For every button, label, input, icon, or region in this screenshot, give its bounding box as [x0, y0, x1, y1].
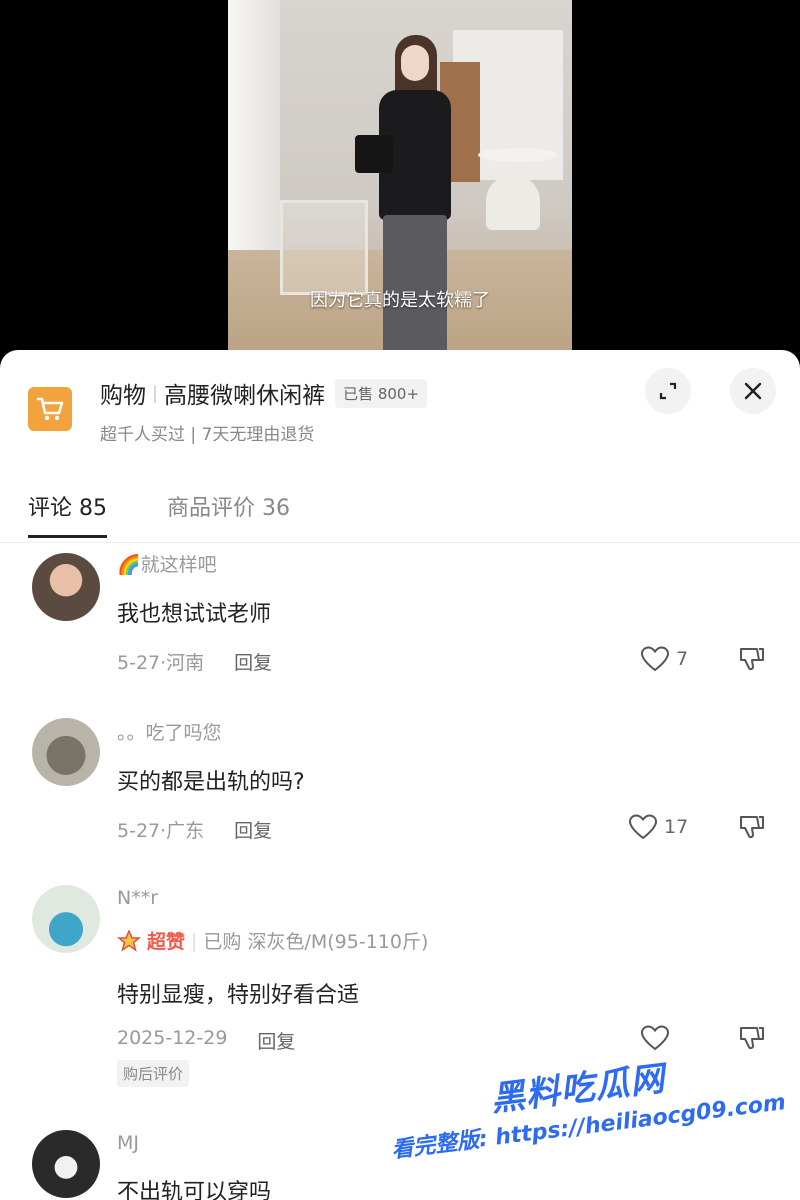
like-count: 17	[664, 816, 689, 838]
heart-icon	[640, 1025, 670, 1051]
avatar[interactable]	[32, 553, 100, 621]
comment-username[interactable]: MJ	[117, 1132, 139, 1154]
expand-icon	[659, 382, 677, 400]
avatar[interactable]	[32, 885, 100, 953]
video-player[interactable]: 因为它真的是太软糯了	[0, 0, 800, 372]
product-subtitle: 超千人买过 | 7天无理由退货	[100, 425, 315, 445]
comment-text: 特别显瘦，特别好看合适	[117, 983, 360, 1008]
round-table	[478, 148, 558, 162]
comment-text: 买的都是出轨的吗?	[117, 770, 305, 795]
comment-text: 不出轨可以穿吗	[117, 1180, 272, 1200]
comment-username[interactable]: 🌈就这样吧	[117, 550, 217, 577]
expand-button[interactable]	[645, 368, 691, 414]
tab-comments[interactable]: 评论 85	[28, 490, 107, 538]
like-count: 7	[676, 648, 689, 670]
comment-badge-row: 超赞 | 已购 深灰色/M(95-110斤)	[117, 927, 428, 954]
comment-username[interactable]: 。。吃了吗您	[117, 718, 222, 745]
comment-text: 我也想试试老师	[117, 602, 272, 627]
product-name: 高腰微喇休闲裤	[164, 383, 326, 409]
reply-button[interactable]: 回复	[257, 1027, 295, 1054]
superlike-badge: 超赞	[147, 931, 186, 953]
tab-product-reviews[interactable]: 商品评价 36	[167, 490, 290, 536]
dislike-button[interactable]	[738, 646, 766, 676]
comment-date-location: 5-27·河南	[117, 652, 205, 674]
model-figure	[355, 35, 453, 365]
purchase-info: 已购 深灰色/M(95-110斤)	[203, 931, 429, 953]
shelf	[280, 200, 368, 295]
comment-date: 2025-12-29	[117, 1027, 228, 1049]
video-subtitle: 因为它真的是太软糯了	[310, 290, 490, 311]
sold-badge: 已售 800+	[335, 378, 428, 408]
close-icon	[744, 382, 762, 400]
video-frame: 因为它真的是太软糯了	[228, 0, 572, 372]
comment-username[interactable]: N**r	[117, 887, 158, 909]
like-button[interactable]	[640, 1025, 670, 1051]
heart-icon	[640, 646, 670, 672]
like-button[interactable]: 17	[628, 814, 688, 840]
product-title[interactable]: 购物 | 高腰微喇休闲裤 已售 800+	[100, 376, 428, 410]
product-category: 购物	[100, 383, 146, 409]
badge-divider: |	[191, 929, 198, 952]
close-button[interactable]	[730, 368, 776, 414]
dislike-button[interactable]	[738, 814, 766, 844]
thumbs-down-icon	[740, 816, 764, 839]
chair	[486, 175, 540, 230]
review-tag: 购后评价	[117, 1060, 190, 1087]
shopping-cart-icon[interactable]	[28, 387, 72, 431]
like-button[interactable]: 7	[640, 646, 688, 672]
comment-date-location: 5-27·广东	[117, 820, 205, 842]
avatar[interactable]	[32, 718, 100, 786]
title-divider: |	[152, 382, 159, 404]
comment-tabs: 评论 85 商品评价 36	[28, 490, 290, 538]
reply-button[interactable]: 回复	[234, 816, 272, 843]
reply-button[interactable]: 回复	[234, 648, 272, 675]
thumbs-down-icon	[740, 648, 764, 671]
tab-divider	[0, 542, 800, 543]
heart-icon	[628, 814, 658, 840]
avatar[interactable]	[32, 1130, 100, 1198]
crown-star-icon	[117, 929, 141, 952]
